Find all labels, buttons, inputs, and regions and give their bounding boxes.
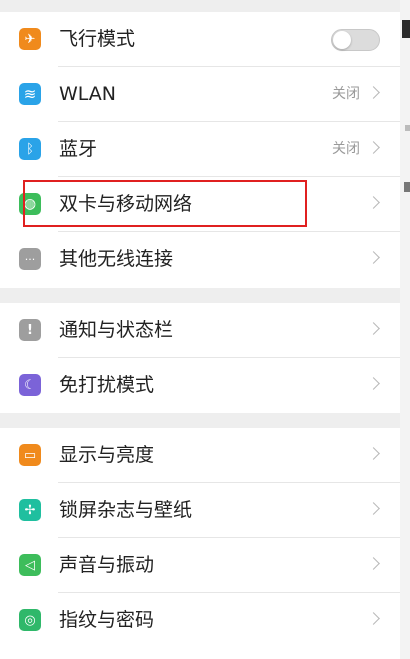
- setting-label: 免打扰模式: [59, 374, 155, 396]
- setting-lockscreen[interactable]: ✢ 锁屏杂志与壁纸: [0, 483, 400, 538]
- settings-list: ✈ 飞行模式 ≋ WLAN 关闭 ᛒ 蓝牙 关闭 ◍ 双卡与移动网络 ··· 其…: [0, 0, 400, 659]
- group-separator: [0, 413, 400, 428]
- chevron-right-icon: [367, 196, 380, 209]
- top-gap: [0, 0, 400, 12]
- setting-label: 锁屏杂志与壁纸: [59, 499, 193, 521]
- speaker-icon: ◁: [19, 554, 41, 576]
- setting-label: 飞行模式: [59, 28, 136, 50]
- chevron-right-icon: [367, 612, 380, 625]
- setting-other-wireless[interactable]: ··· 其他无线连接: [0, 232, 400, 287]
- annotation-highlight-box: [23, 180, 307, 227]
- setting-notifications[interactable]: ! 通知与状态栏: [0, 303, 400, 358]
- notification-icon: !: [19, 319, 41, 341]
- airplane-mode-toggle[interactable]: [331, 29, 380, 51]
- settings-screen: ✈ 飞行模式 ≋ WLAN 关闭 ᛒ 蓝牙 关闭 ◍ 双卡与移动网络 ··· 其…: [0, 0, 410, 659]
- edge-fragment: [405, 125, 410, 131]
- setting-label: WLAN: [59, 83, 117, 105]
- setting-fingerprint[interactable]: ◎ 指纹与密码: [0, 593, 400, 648]
- setting-label: 蓝牙: [59, 138, 98, 160]
- bluetooth-icon: ᛒ: [19, 138, 41, 160]
- chevron-right-icon: [367, 141, 380, 154]
- chevron-right-icon: [367, 502, 380, 515]
- edge-fragment: [404, 182, 410, 192]
- setting-label: 显示与亮度: [59, 444, 155, 466]
- more-icon: ···: [19, 248, 41, 270]
- setting-sound[interactable]: ◁ 声音与振动: [0, 538, 400, 593]
- moon-icon: ☾: [19, 374, 41, 396]
- chevron-right-icon: [367, 86, 380, 99]
- setting-label: 其他无线连接: [59, 248, 174, 270]
- setting-do-not-disturb[interactable]: ☾ 免打扰模式: [0, 358, 400, 413]
- setting-wlan[interactable]: ≋ WLAN 关闭: [0, 67, 400, 122]
- airplane-icon: ✈: [19, 28, 41, 50]
- setting-label: 通知与状态栏: [59, 319, 174, 341]
- display-icon: ▭: [19, 444, 41, 466]
- chevron-right-icon: [367, 251, 380, 264]
- chevron-right-icon: [367, 322, 380, 335]
- setting-bluetooth[interactable]: ᛒ 蓝牙 关闭: [0, 122, 400, 177]
- setting-label: 指纹与密码: [59, 609, 155, 631]
- chevron-right-icon: [367, 557, 380, 570]
- fingerprint-icon: ◎: [19, 609, 41, 631]
- bluetooth-status: 关闭: [332, 141, 360, 157]
- wifi-icon: ≋: [19, 83, 41, 105]
- pinwheel-icon: ✢: [19, 499, 41, 521]
- setting-display[interactable]: ▭ 显示与亮度: [0, 428, 400, 483]
- edge-fragment: [402, 20, 410, 38]
- chevron-right-icon: [367, 377, 380, 390]
- chevron-right-icon: [367, 447, 380, 460]
- group-separator: [0, 288, 400, 303]
- background-window-edge: [400, 0, 410, 659]
- wlan-status: 关闭: [332, 86, 360, 102]
- toggle-knob: [333, 31, 351, 49]
- setting-label: 声音与振动: [59, 554, 155, 576]
- setting-airplane-mode[interactable]: ✈ 飞行模式: [0, 12, 400, 67]
